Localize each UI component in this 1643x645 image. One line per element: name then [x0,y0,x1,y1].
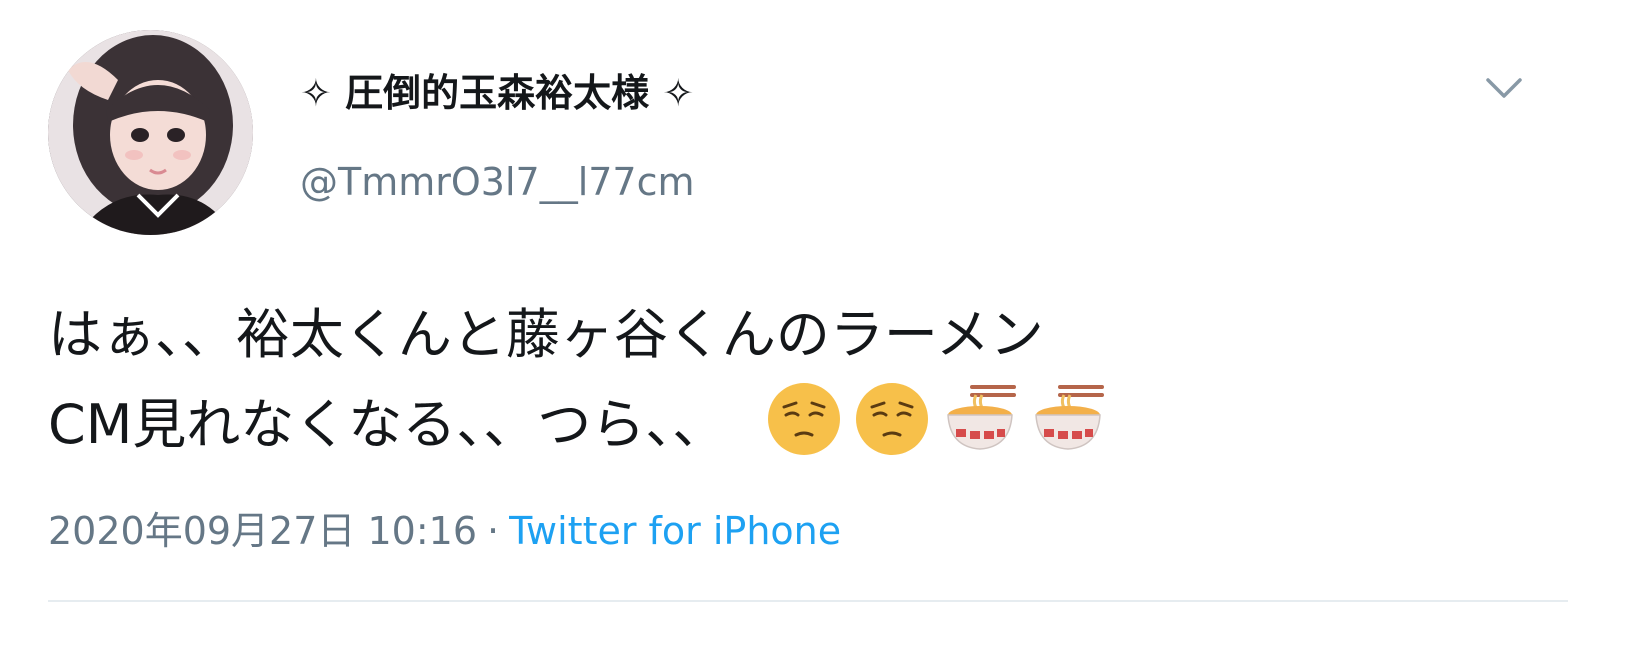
avatar-image [48,30,253,235]
ramen-bowl-icon [942,381,1018,457]
divider [48,600,1568,602]
pensive-face-icon [854,381,930,457]
display-name[interactable]: ✧ 圧倒的玉森裕太様 ✧ [300,62,694,117]
tweet-meta: 2020年09月27日 10:16 · Twitter for iPhone [48,500,841,555]
meta-separator: · [487,509,500,553]
tweet-timestamp[interactable]: 2020年09月27日 10:16 [48,509,477,553]
tweet-text-line-2-text: CM見れなくなる、、つら、、 [48,393,727,456]
tweet-text: はぁ、、裕太くんと藤ヶ谷くんのラーメン CM見れなくなる、、つら、、 [48,290,1568,470]
tweet-source-link[interactable]: Twitter for iPhone [509,509,841,553]
pensive-face-icon [766,381,842,457]
user-handle[interactable]: @TmmrO3l7__l77cm [300,160,695,204]
chevron-down-icon[interactable] [1484,74,1524,102]
ramen-bowl-icon [1030,381,1106,457]
tweet-text-line-1: はぁ、、裕太くんと藤ヶ谷くんのラーメン [48,303,1044,366]
tweet-text-line-2: CM見れなくなる、、つら、、 [48,380,1568,470]
tweet: ✧ 圧倒的玉森裕太様 ✧ @TmmrO3l7__l77cm はぁ、、裕太くんと藤… [0,0,1643,645]
avatar[interactable] [48,30,253,235]
